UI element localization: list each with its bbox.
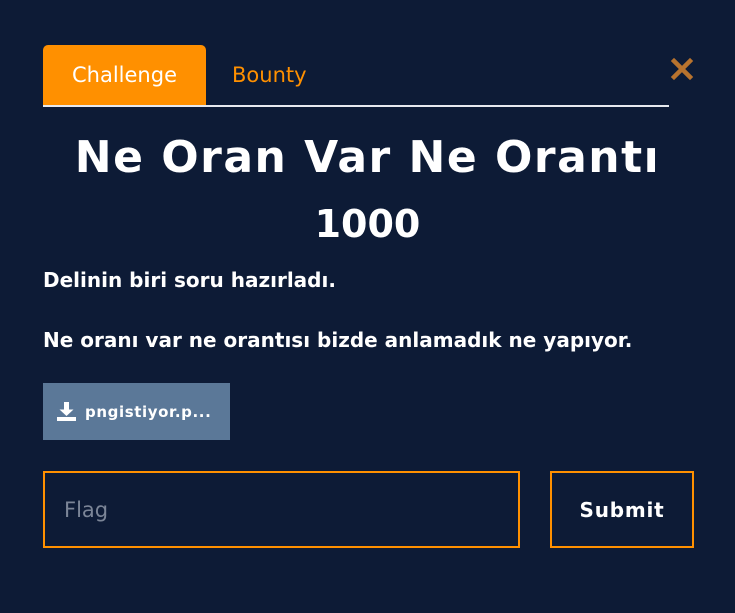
challenge-points: 1000	[314, 202, 421, 246]
description-line-1: Delinin biri soru hazırladı.	[43, 268, 336, 292]
tab-challenge[interactable]: Challenge	[43, 45, 206, 105]
description-line-2: Ne oranı var ne orantısı bizde anlamadık…	[43, 328, 633, 352]
flag-input[interactable]	[43, 471, 520, 548]
file-download-button[interactable]: pngistiyor.p...	[43, 383, 230, 440]
tab-bounty[interactable]: Bounty	[232, 45, 307, 105]
download-icon	[56, 401, 77, 422]
file-name: pngistiyor.p...	[85, 402, 212, 421]
submit-button[interactable]: Submit	[550, 471, 694, 548]
challenge-title: Ne Oran Var Ne Orantı	[74, 132, 661, 183]
challenge-modal: Challenge Bounty Ne Oran Var Ne Orantı 1…	[0, 0, 735, 613]
close-icon[interactable]	[670, 57, 694, 81]
tab-bar: Challenge Bounty	[43, 45, 669, 107]
